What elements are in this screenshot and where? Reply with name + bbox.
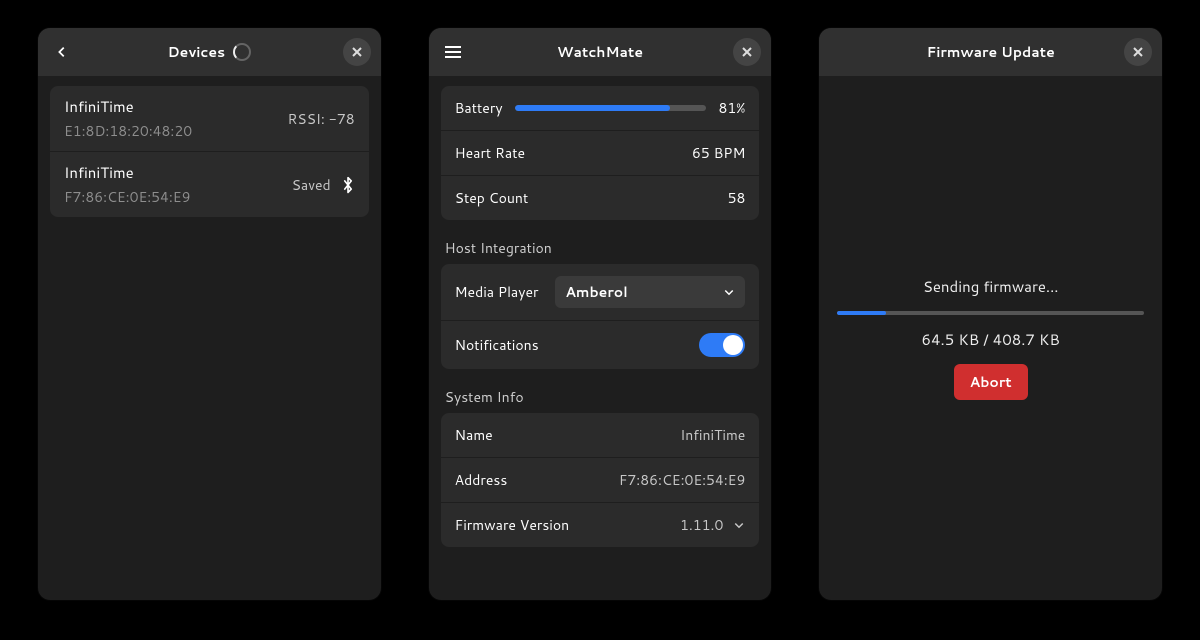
device-item[interactable]: InfiniTime F7:86:CE:0E:54:E9 Saved (50, 151, 369, 217)
devices-window: Devices InfiniTime E1:8D:18:20:48:20 RSS… (38, 28, 381, 600)
sysinfo-firmware-value: 1.11.0 (680, 515, 745, 535)
hamburger-icon (445, 46, 461, 58)
sysinfo-name-label: Name (455, 425, 493, 445)
device-name: InfiniTime (64, 96, 192, 117)
notifications-row: Notifications (441, 320, 760, 369)
host-integration-group: Media Player Amberol Notifications (441, 264, 760, 369)
sysinfo-address-value: F7:86:CE:0E:54:E9 (619, 470, 745, 490)
sysinfo-address-row: Address F7:86:CE:0E:54:E9 (441, 457, 760, 502)
devices-title: Devices (168, 42, 226, 62)
abort-button[interactable]: Abort (954, 364, 1028, 400)
system-info-title: System Info (441, 381, 760, 413)
device-saved-label: Saved (292, 175, 331, 195)
firmware-window: Firmware Update Sending firmware... 64.5… (819, 28, 1162, 600)
media-player-selected: Amberol (565, 282, 627, 302)
battery-fill (515, 105, 670, 111)
battery-bar (515, 105, 707, 111)
battery-label: Battery (455, 98, 503, 118)
watchmate-window: WatchMate Battery 81% Heart Rate (429, 28, 772, 600)
firmware-header: Firmware Update (819, 28, 1162, 76)
sysinfo-name-row: Name InfiniTime (441, 413, 760, 457)
close-icon (742, 47, 752, 57)
notifications-toggle[interactable] (699, 333, 745, 357)
device-mac: E1:8D:18:20:48:20 (64, 121, 192, 141)
firmware-content: Sending firmware... 64.5 KB / 408.7 KB A… (819, 76, 1162, 600)
devices-header: Devices (38, 28, 381, 76)
step-count-label: Step Count (455, 188, 529, 208)
step-count-value: 58 (728, 188, 746, 208)
bluetooth-icon (341, 176, 355, 194)
close-button[interactable] (343, 38, 371, 66)
back-button[interactable] (48, 38, 76, 66)
sysinfo-firmware-label: Firmware Version (455, 515, 570, 535)
battery-row: Battery 81% (441, 86, 760, 130)
firmware-progress-fill (837, 311, 885, 315)
chevron-left-icon (55, 45, 69, 59)
notifications-label: Notifications (455, 335, 539, 355)
device-item[interactable]: InfiniTime E1:8D:18:20:48:20 RSSI: -78 (50, 86, 369, 151)
heart-rate-label: Heart Rate (455, 143, 525, 163)
media-player-label: Media Player (455, 282, 539, 302)
device-mac: F7:86:CE:0E:54:E9 (64, 187, 190, 207)
watchmate-content: Battery 81% Heart Rate 65 BPM Step Count… (429, 76, 772, 600)
host-integration-title: Host Integration (441, 232, 760, 264)
heart-rate-value: 65 BPM (692, 143, 745, 163)
devices-content: InfiniTime E1:8D:18:20:48:20 RSSI: -78 I… (38, 76, 381, 600)
close-icon (1133, 47, 1143, 57)
watchmate-title: WatchMate (557, 42, 643, 62)
device-rssi: RSSI: -78 (287, 109, 354, 129)
heart-rate-row: Heart Rate 65 BPM (441, 130, 760, 175)
stats-group: Battery 81% Heart Rate 65 BPM Step Count… (441, 86, 760, 220)
battery-percent: 81% (718, 98, 745, 118)
firmware-status: Sending firmware... (923, 276, 1059, 297)
toggle-knob (723, 335, 743, 355)
system-info-group: Name InfiniTime Address F7:86:CE:0E:54:E… (441, 413, 760, 547)
device-name: InfiniTime (64, 162, 190, 183)
media-player-row: Media Player Amberol (441, 264, 760, 320)
step-count-row: Step Count 58 (441, 175, 760, 220)
chevron-down-icon (723, 286, 735, 298)
chevron-down-icon (733, 519, 745, 531)
loading-spinner-icon (233, 43, 251, 61)
device-list: InfiniTime E1:8D:18:20:48:20 RSSI: -78 I… (50, 86, 369, 217)
menu-button[interactable] (439, 38, 467, 66)
close-button[interactable] (1124, 38, 1152, 66)
firmware-bytes: 64.5 KB / 408.7 KB (922, 329, 1060, 350)
firmware-title: Firmware Update (927, 42, 1055, 62)
sysinfo-address-label: Address (455, 470, 508, 490)
close-button[interactable] (733, 38, 761, 66)
sysinfo-name-value: InfiniTime (680, 425, 745, 445)
firmware-progress-bar (837, 311, 1144, 315)
close-icon (352, 47, 362, 57)
watchmate-header: WatchMate (429, 28, 772, 76)
sysinfo-firmware-row[interactable]: Firmware Version 1.11.0 (441, 502, 760, 547)
media-player-select[interactable]: Amberol (555, 276, 745, 308)
